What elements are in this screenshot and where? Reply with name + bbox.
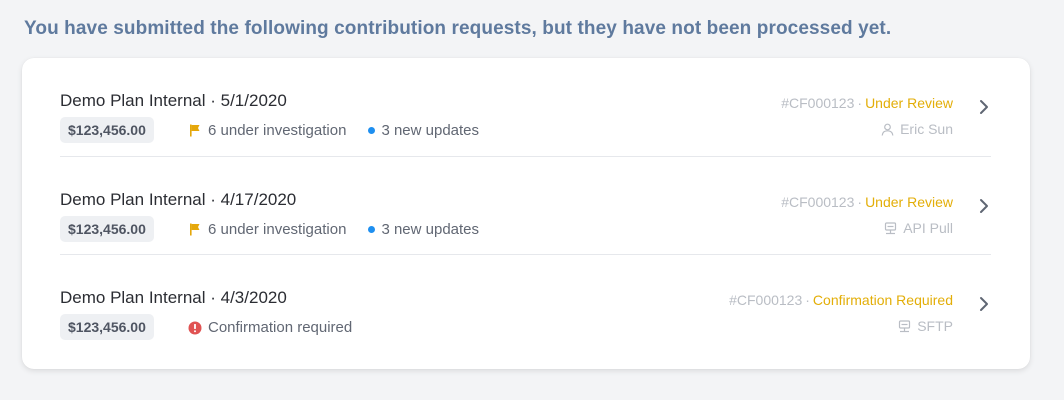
- request-meta: #CF000123 · Confirmation Required: [729, 292, 953, 308]
- chevron-right-icon[interactable]: [977, 295, 991, 313]
- updates-text: 3 new updates: [381, 221, 480, 238]
- user-icon: [880, 122, 894, 136]
- request-ref: #CF000123: [781, 194, 855, 210]
- updates-text: 3 new updates: [381, 122, 480, 139]
- updates-indicator: 3 new updates: [368, 122, 479, 139]
- separator: ·: [805, 292, 810, 308]
- dot-icon: [368, 127, 376, 134]
- request-title: Demo Plan Internal · 4/3/2020: [60, 288, 287, 307]
- flag-icon: [188, 223, 202, 237]
- dot-icon: [368, 226, 376, 233]
- updates-indicator: 3 new updates: [368, 221, 479, 238]
- request-source: SFTP: [897, 318, 953, 334]
- amount-badge: $123,456.00: [60, 314, 154, 340]
- source-label: API Pull: [903, 220, 953, 236]
- request-ref: #CF000123: [781, 95, 855, 111]
- alert-icon: [188, 321, 202, 335]
- request-state: Under Review: [865, 95, 953, 111]
- request-source: Eric Sun: [880, 121, 953, 137]
- request-row[interactable]: Demo Plan Internal · 4/3/2020 $123,456.0…: [60, 254, 991, 353]
- request-meta: #CF000123 · Under Review: [781, 95, 953, 111]
- request-state: Confirmation Required: [812, 292, 953, 308]
- request-ref: #CF000123: [729, 292, 803, 308]
- requests-card: Demo Plan Internal · 5/1/2020 $123,456.0…: [22, 58, 1030, 369]
- separator: ·: [857, 194, 863, 210]
- amount-badge: $123,456.00: [60, 216, 154, 242]
- status-text: 6 under investigation: [208, 122, 347, 139]
- flag-icon: [188, 124, 202, 138]
- amount-badge: $123,456.00: [60, 117, 154, 143]
- request-meta: #CF000123 · Under Review: [781, 194, 953, 210]
- status-text: Confirmation required: [208, 319, 353, 336]
- chevron-right-icon[interactable]: [977, 98, 991, 116]
- request-status: 6 under investigation 3 new updates: [188, 122, 479, 139]
- request-status: 6 under investigation 3 new updates: [188, 221, 479, 238]
- source-label: Eric Sun: [900, 121, 953, 137]
- request-row[interactable]: Demo Plan Internal · 4/17/2020 $123,456.…: [60, 156, 991, 255]
- separator: ·: [857, 95, 863, 111]
- server-icon: [883, 221, 897, 235]
- request-status: Confirmation required: [188, 319, 352, 336]
- page-heading: You have submitted the following contrib…: [24, 18, 892, 39]
- request-title: Demo Plan Internal · 4/17/2020: [60, 190, 297, 209]
- request-title: Demo Plan Internal · 5/1/2020: [60, 91, 287, 110]
- server-icon: [897, 319, 911, 333]
- request-source: API Pull: [883, 220, 953, 236]
- request-state: Under Review: [865, 194, 953, 210]
- status-text: 6 under investigation: [208, 221, 347, 238]
- source-label: SFTP: [917, 318, 953, 334]
- chevron-right-icon[interactable]: [977, 197, 991, 215]
- request-row[interactable]: Demo Plan Internal · 5/1/2020 $123,456.0…: [60, 58, 991, 156]
